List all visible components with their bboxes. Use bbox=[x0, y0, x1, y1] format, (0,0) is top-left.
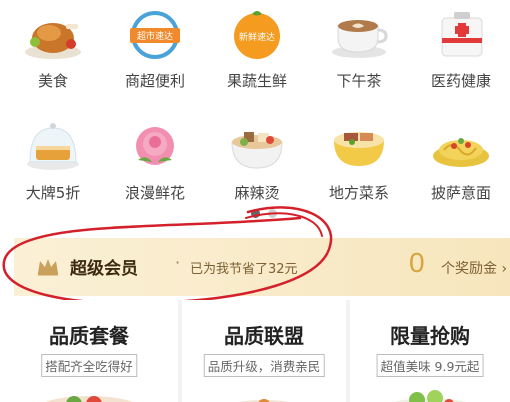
category-medicine[interactable]: 医药健康 bbox=[410, 0, 510, 100]
category-flowers[interactable]: 浪漫鲜花 bbox=[104, 112, 206, 212]
cake-dome-icon bbox=[27, 123, 79, 170]
category-supermarket[interactable]: 超市速达 商超便利 bbox=[104, 0, 206, 100]
category-label: 麻辣烫 bbox=[234, 184, 280, 202]
category-fresh[interactable]: 新鲜速达 果蔬生鲜 bbox=[206, 0, 308, 100]
category-label: 披萨意面 bbox=[430, 184, 491, 202]
feature-cards: 品质套餐 搭配齐全吃得好 品质联盟 品质升级，消费亲民 限量抢购 超值美味 9.… bbox=[0, 300, 510, 402]
roast-chicken-icon bbox=[25, 23, 81, 59]
category-afternoon-tea[interactable]: 下午茶 bbox=[308, 0, 410, 100]
category-big-brand[interactable]: 大牌5折 bbox=[2, 112, 104, 212]
reward-count: 0 bbox=[409, 247, 425, 278]
coffee-cup-icon bbox=[332, 20, 388, 58]
category-label: 浪漫鲜花 bbox=[124, 184, 185, 202]
category-label: 地方菜系 bbox=[328, 184, 389, 202]
page-indicator bbox=[0, 209, 510, 219]
category-row-1: 美食 超市速达 商超便利 新鲜速达 果蔬生鲜 下午茶 医药健康 bbox=[0, 0, 510, 100]
card-title: 限量抢购 bbox=[390, 324, 470, 348]
category-label: 果蔬生鲜 bbox=[226, 72, 287, 90]
card-flash-sale[interactable]: 限量抢购 超值美味 9.9元起 bbox=[350, 300, 510, 402]
category-label: 下午茶 bbox=[336, 72, 382, 90]
card-subtitle: 超值美味 9.9元起 bbox=[376, 354, 484, 377]
spicy-hotpot-icon bbox=[231, 132, 283, 169]
member-title: 超级会员 bbox=[70, 259, 138, 279]
svg-text:超市速达: 超市速达 bbox=[137, 30, 173, 42]
member-separator: · bbox=[175, 253, 181, 272]
card-title: 品质套餐 bbox=[49, 324, 129, 348]
pasta-icon bbox=[433, 138, 489, 167]
category-label: 商超便利 bbox=[124, 72, 185, 90]
card-subtitle: 搭配齐全吃得好 bbox=[41, 354, 137, 377]
category-label: 大牌5折 bbox=[25, 184, 81, 202]
category-label: 医药健康 bbox=[430, 72, 491, 90]
dish-image bbox=[238, 399, 290, 402]
card-title: 品质联盟 bbox=[224, 324, 304, 348]
card-subtitle: 品质升级，消费亲民 bbox=[203, 354, 325, 377]
category-malatang[interactable]: 麻辣烫 bbox=[206, 112, 308, 212]
page-dot-active[interactable] bbox=[251, 209, 260, 218]
meal-image bbox=[45, 396, 133, 402]
super-member-banner[interactable]: 超级会员 · 已为我节省了32元 0 个奖励金 › bbox=[14, 238, 510, 296]
supermarket-express-icon: 超市速达 bbox=[130, 11, 180, 59]
reward-link[interactable]: 个奖励金 › bbox=[441, 258, 507, 278]
rose-icon bbox=[136, 127, 174, 165]
category-regional[interactable]: 地方菜系 bbox=[308, 112, 410, 212]
card-quality-alliance[interactable]: 品质联盟 品质升级，消费亲民 bbox=[182, 300, 346, 402]
category-label: 美食 bbox=[37, 72, 68, 90]
category-pizza-pasta[interactable]: 披萨意面 bbox=[410, 112, 510, 212]
category-food[interactable]: 美食 bbox=[2, 0, 104, 100]
fresh-express-icon: 新鲜速达 bbox=[234, 11, 280, 59]
category-row-2: 大牌5折 浪漫鲜花 麻辣烫 地方菜系 披萨意面 bbox=[0, 112, 510, 212]
svg-text:新鲜速达: 新鲜速达 bbox=[239, 31, 275, 43]
salad-image bbox=[394, 390, 466, 402]
crown-icon bbox=[38, 259, 58, 276]
card-quality-meal[interactable]: 品质套餐 搭配齐全吃得好 bbox=[0, 300, 178, 402]
member-saved-text: 已为我节省了32元 bbox=[190, 262, 298, 277]
regional-dish-icon bbox=[334, 132, 384, 166]
page-dot[interactable] bbox=[268, 209, 277, 218]
medicine-box-icon bbox=[441, 12, 483, 57]
